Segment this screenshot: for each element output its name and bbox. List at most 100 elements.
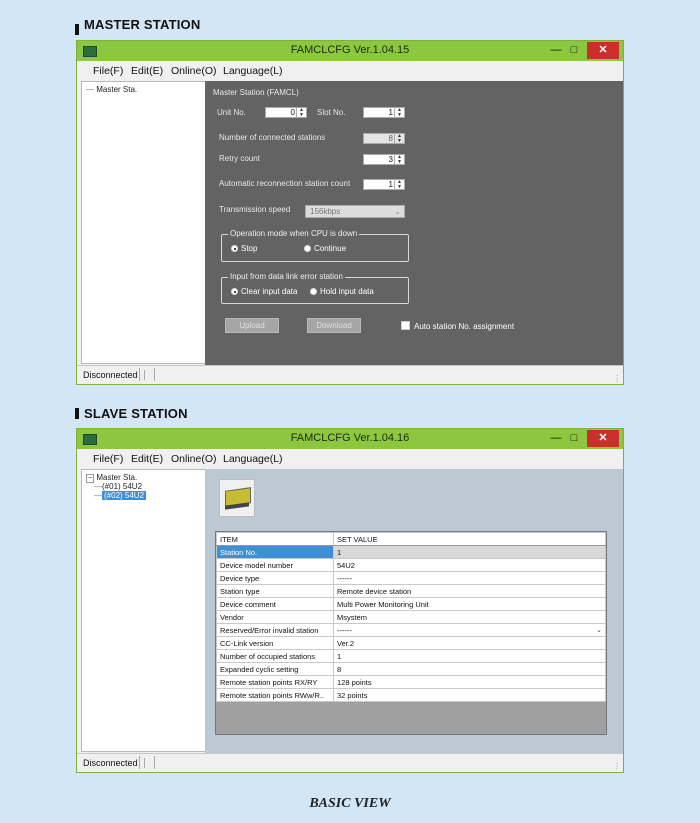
cpu-stop-radio[interactable]: Stop xyxy=(231,244,257,253)
row-item: Remote station points RX/RY xyxy=(216,675,334,689)
reconnect-count-label: Automatic reconnection station count xyxy=(219,179,351,188)
menu-edit[interactable]: Edit(E) xyxy=(131,453,163,465)
master-station-heading: MASTER STATION xyxy=(75,17,200,35)
connection-status: Disconnected xyxy=(83,370,145,380)
header-item: ITEM xyxy=(216,532,334,546)
row-item: Number of occupied stations xyxy=(216,649,334,663)
download-button[interactable]: Download xyxy=(307,318,361,333)
table-row[interactable]: CC-Link version Ver.2 xyxy=(216,636,606,650)
reconnect-count-value: 1 xyxy=(388,180,393,189)
tree-item-master[interactable]: − Master Sta. xyxy=(86,473,137,483)
table-row[interactable]: Expanded cyclic setting 8 xyxy=(216,662,606,676)
maximize-icon[interactable]: □ xyxy=(565,42,583,59)
tree-item-label-selected: (#02) 54U2 xyxy=(102,491,147,500)
table-row[interactable]: Remote station points RX/RY 128 points xyxy=(216,675,606,689)
station-tree: − Master Sta. —(#01) 54U2 — (#02) 54U2 xyxy=(81,469,207,752)
slave-station-heading: SLAVE STATION xyxy=(75,406,188,421)
menu-language[interactable]: Language(L) xyxy=(223,65,283,77)
reconnect-count-stepper[interactable]: 1 ▲ ▼ xyxy=(363,179,405,190)
menu-online[interactable]: Online(O) xyxy=(171,453,217,465)
upload-button[interactable]: Upload xyxy=(225,318,279,333)
tree-item-label: (#01) 54U2 xyxy=(102,482,143,491)
row-value[interactable]: 32 points xyxy=(333,688,606,702)
menu-file[interactable]: File(F) xyxy=(93,453,123,465)
radio-icon xyxy=(304,245,311,252)
table-row[interactable]: Station type Remote device station xyxy=(216,584,606,598)
table-row[interactable]: Remote station points RWw/R.. 32 points xyxy=(216,688,606,702)
input-error-groupbox: Input from data link error station Clear… xyxy=(221,272,409,304)
connection-status: Disconnected xyxy=(83,758,145,768)
hold-input-radio[interactable]: Hold input data xyxy=(310,287,374,296)
row-value[interactable]: 54U2 xyxy=(333,558,606,572)
tree-item-master[interactable]: — Master Sta. xyxy=(86,85,137,94)
row-value[interactable]: Remote device station xyxy=(333,584,606,598)
maximize-icon[interactable]: □ xyxy=(565,430,583,447)
retry-count-stepper[interactable]: 3 ▲ ▼ xyxy=(363,154,405,165)
section-marker xyxy=(75,408,79,419)
tree-item-station-02[interactable]: — (#02) 54U2 xyxy=(94,491,147,500)
menubar: File(F) Edit(E) Online(O) Language(L) xyxy=(77,61,623,81)
table-row[interactable]: Reserved/Error invalid station ------ ⌄ xyxy=(216,623,606,637)
table-row[interactable]: Number of occupied stations 1 xyxy=(216,649,606,663)
spin-arrows-icon[interactable]: ▲ ▼ xyxy=(394,108,404,117)
table-row[interactable]: Station No. 1 xyxy=(216,545,606,559)
resize-grip-icon[interactable]: ⋮ xyxy=(613,374,621,383)
master-window: FAMCLCFG Ver.1.04.15 — □ ✕ File(F) Edit(… xyxy=(76,40,624,385)
cpu-down-groupbox: Operation mode when CPU is down Stop Con… xyxy=(221,229,409,262)
row-item: Device model number xyxy=(216,558,334,572)
row-value[interactable]: Ver.2 xyxy=(333,636,606,650)
statusbar: Disconnected ⋮ xyxy=(77,753,623,772)
tree-item-station-01[interactable]: —(#01) 54U2 xyxy=(94,482,142,491)
table-row[interactable]: Device type ------ xyxy=(216,571,606,585)
row-value[interactable]: 1 xyxy=(333,649,606,663)
menu-edit[interactable]: Edit(E) xyxy=(131,65,163,77)
row-item: Remote station points RWw/R.. xyxy=(216,688,334,702)
menu-file[interactable]: File(F) xyxy=(93,65,123,77)
row-value[interactable]: 128 points xyxy=(333,675,606,689)
row-value[interactable]: ------ xyxy=(333,571,606,585)
minimize-icon[interactable]: — xyxy=(547,430,565,447)
slave-titlebar[interactable]: FAMCLCFG Ver.1.04.16 — □ ✕ xyxy=(77,429,623,449)
row-item: CC-Link version xyxy=(216,636,334,650)
table-row[interactable]: Vendor Msystem xyxy=(216,610,606,624)
close-icon[interactable]: ✕ xyxy=(587,42,619,59)
resize-grip-icon[interactable]: ⋮ xyxy=(613,762,621,771)
section-marker xyxy=(75,24,79,35)
slave-settings-panel: ITEM SET VALUE Station No. 1 Device model… xyxy=(205,469,623,753)
row-value[interactable]: 1 xyxy=(333,545,606,559)
slot-no-value: 1 xyxy=(388,108,393,117)
unit-no-stepper[interactable]: 0 ▲ ▼ xyxy=(265,107,307,118)
master-titlebar[interactable]: FAMCLCFG Ver.1.04.15 — □ ✕ xyxy=(77,41,623,61)
close-icon[interactable]: ✕ xyxy=(587,430,619,447)
dropdown-arrow-icon: ⌄ xyxy=(394,207,401,216)
clear-input-radio[interactable]: Clear input data xyxy=(231,287,297,296)
slot-no-stepper[interactable]: 1 ▲ ▼ xyxy=(363,107,405,118)
spin-arrows-icon[interactable]: ▲ ▼ xyxy=(296,108,306,117)
cpu-continue-radio[interactable]: Continue xyxy=(304,244,346,253)
row-item: Expanded cyclic setting xyxy=(216,662,334,676)
spin-arrows-icon[interactable]: ▲ ▼ xyxy=(394,155,404,164)
dropdown-arrow-icon[interactable]: ⌄ xyxy=(596,626,602,634)
menu-online[interactable]: Online(O) xyxy=(171,65,217,77)
row-value-select[interactable]: ------ ⌄ xyxy=(333,623,606,637)
tree-item-label: Master Sta. xyxy=(96,85,138,94)
row-value[interactable]: 8 xyxy=(333,662,606,676)
radio-selected-icon xyxy=(231,245,238,252)
row-value[interactable]: Msystem xyxy=(333,610,606,624)
master-settings-panel: Master Station (FAMCL) Unit No. 0 ▲ ▼ Slo… xyxy=(205,81,623,365)
spin-arrows-icon[interactable]: ▲ ▼ xyxy=(394,180,404,189)
radio-icon xyxy=(310,288,317,295)
spin-arrows-icon: ▲ ▼ xyxy=(394,134,404,143)
retry-count-value: 3 xyxy=(388,155,393,164)
menu-language[interactable]: Language(L) xyxy=(223,453,283,465)
unit-no-value: 0 xyxy=(290,108,295,117)
window-title: FAMCLCFG Ver.1.04.16 xyxy=(290,432,410,444)
unit-no-label: Unit No. xyxy=(217,108,246,117)
table-row[interactable]: Device comment Multi Power Monitoring Uni… xyxy=(216,597,606,611)
transmission-speed-label: Transmission speed xyxy=(219,205,291,214)
radio-selected-icon xyxy=(231,288,238,295)
minimize-icon[interactable]: — xyxy=(547,42,565,59)
row-value[interactable]: Multi Power Monitoring Unit xyxy=(333,597,606,611)
auto-assign-checkbox[interactable]: Auto station No. assignment xyxy=(401,321,514,331)
table-row[interactable]: Device model number 54U2 xyxy=(216,558,606,572)
